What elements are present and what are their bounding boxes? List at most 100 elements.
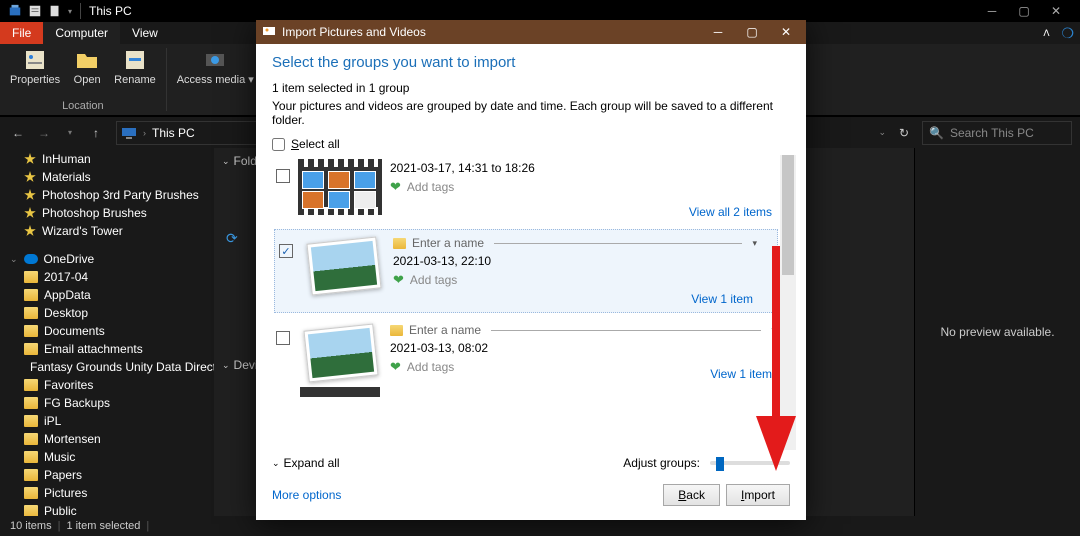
folder-icon	[393, 238, 406, 249]
import-group[interactable]: ✓ Enter a name▾ 2021-03-13, 22:10 ❤Add t…	[274, 229, 778, 313]
star-icon	[24, 225, 36, 237]
dialog-close-button[interactable]: ✕	[772, 22, 800, 42]
group-checkbox[interactable]: ✓	[279, 244, 293, 258]
tree-item: AppData	[0, 286, 214, 304]
star-icon	[24, 189, 36, 201]
preview-text: No preview available.	[940, 325, 1054, 339]
nav-history-button[interactable]: ▾	[60, 123, 80, 143]
search-input[interactable]: 🔍 Search This PC	[922, 121, 1072, 145]
tree-item: Music	[0, 448, 214, 466]
import-group[interactable]: Enter a name ▾ 2021-03-13, 08:02 ❤ Add tag…	[272, 317, 796, 387]
titlebar: ▾ This PC ─ ▢ ✕	[0, 0, 1080, 22]
search-icon: 🔍	[929, 126, 944, 140]
dialog-titlebar[interactable]: Import Pictures and Videos ─ ▢ ✕	[256, 20, 806, 44]
view-all-link[interactable]: View 1 item	[691, 292, 753, 306]
nav-tree[interactable]: InHuman Materials Photoshop 3rd Party Br…	[0, 148, 214, 516]
group-date: 2021-03-17, 14:31 to 18:26	[390, 161, 776, 175]
qat-properties-icon[interactable]	[28, 4, 42, 18]
search-placeholder: Search This PC	[950, 126, 1034, 140]
tree-item: Materials	[0, 168, 214, 186]
back-button[interactable]: Back	[663, 484, 720, 506]
tree-item: Email attachments	[0, 340, 214, 358]
adjust-groups-label: Adjust groups:	[623, 456, 700, 470]
group-date: 2021-03-13, 08:02	[390, 341, 776, 355]
tab-view[interactable]: View	[120, 22, 170, 44]
qat-new-icon[interactable]	[48, 4, 62, 18]
import-button[interactable]: Import	[726, 484, 790, 506]
nav-forward-button[interactable]: →	[34, 123, 54, 143]
adjust-groups-slider[interactable]	[710, 461, 790, 465]
folder-icon	[390, 325, 403, 336]
tree-item: Wizard's Tower	[0, 222, 214, 240]
tree-item: 2017-04	[0, 268, 214, 286]
app-icon	[8, 4, 22, 18]
group-name-input[interactable]: Enter a name	[409, 323, 481, 337]
select-all-checkbox[interactable]	[272, 138, 285, 151]
tag-icon: ❤	[390, 359, 401, 375]
tree-item: Favorites	[0, 376, 214, 394]
access-media-button[interactable]: Access media ▾	[173, 46, 258, 98]
more-options-link[interactable]: More options	[272, 488, 341, 502]
minimize-button[interactable]: ─	[976, 0, 1008, 22]
dialog-title: Import Pictures and Videos	[282, 25, 426, 39]
tree-item: InHuman	[0, 150, 214, 168]
refresh-icon[interactable]: ⟳	[226, 230, 238, 247]
tag-icon: ❤	[393, 272, 404, 288]
status-count: 10 items	[10, 520, 52, 532]
ribbon-collapse-icon[interactable]: ᐱ	[1039, 26, 1053, 40]
dialog-subline: 1 item selected in 1 group	[256, 75, 806, 97]
dialog-minimize-button[interactable]: ─	[704, 22, 732, 42]
tree-item: Photoshop 3rd Party Brushes	[0, 186, 214, 204]
address-location: This PC	[152, 126, 195, 140]
import-group-partial	[272, 387, 796, 399]
dialog-maximize-button[interactable]: ▢	[738, 22, 766, 42]
help-icon[interactable]: ❍	[1061, 25, 1074, 42]
group-checkbox[interactable]	[276, 169, 290, 183]
tree-item: Fantasy Grounds Unity Data Directory	[0, 358, 214, 376]
group-thumbnail	[298, 321, 382, 383]
group-thumbnail	[301, 234, 385, 296]
status-selected: 1 item selected	[66, 520, 140, 532]
preview-pane: No preview available.	[914, 148, 1080, 516]
import-group[interactable]: 2021-03-17, 14:31 to 18:26 ❤Add tags Vie…	[272, 155, 796, 225]
maximize-button[interactable]: ▢	[1008, 0, 1040, 22]
tree-item-onedrive[interactable]: ⌄OneDrive	[0, 250, 214, 268]
import-dialog: Import Pictures and Videos ─ ▢ ✕ Select …	[256, 20, 806, 520]
nav-up-button[interactable]: ↑	[86, 123, 106, 143]
tab-file[interactable]: File	[0, 22, 43, 44]
tags-field[interactable]: Add tags	[410, 273, 457, 287]
tree-item: Desktop	[0, 304, 214, 322]
properties-button[interactable]: Properties	[6, 46, 64, 98]
expand-all-button[interactable]: ⌄Expand all	[272, 456, 340, 470]
view-all-link[interactable]: View 1 item	[710, 367, 772, 381]
tree-item: Photoshop Brushes	[0, 204, 214, 222]
star-icon	[24, 153, 36, 165]
group-name-input[interactable]: Enter a name	[412, 236, 484, 250]
star-icon	[24, 207, 36, 219]
tree-item: Pictures	[0, 484, 214, 502]
tree-item: iPL	[0, 412, 214, 430]
dialog-heading: Select the groups you want to import	[272, 54, 790, 71]
tree-item: FG Backups	[0, 394, 214, 412]
address-dropdown-icon[interactable]: ⌄	[878, 127, 886, 138]
select-all-label[interactable]: SSelect allelect all	[291, 137, 340, 151]
qat-dropdown-icon[interactable]: ▾	[68, 7, 72, 16]
group-checkbox[interactable]	[276, 331, 290, 345]
dialog-description: Your pictures and videos are grouped by …	[256, 97, 806, 135]
chevron-down-icon[interactable]: ▾	[752, 238, 757, 249]
refresh-button[interactable]: ↻	[892, 121, 916, 145]
chevron-down-icon[interactable]: ▾	[771, 325, 776, 336]
cloud-icon	[24, 254, 38, 264]
open-button[interactable]: Open	[66, 46, 108, 98]
group-thumbnail	[298, 159, 382, 221]
close-button[interactable]: ✕	[1040, 0, 1072, 22]
dialog-group-list: 2021-03-17, 14:31 to 18:26 ❤ Add tags Vie…	[272, 155, 796, 450]
tags-field[interactable]: Add tags	[407, 180, 454, 194]
dialog-icon	[262, 24, 276, 41]
view-all-link[interactable]: View all 2 items	[689, 205, 772, 219]
rename-button[interactable]: Rename	[110, 46, 160, 98]
tab-computer[interactable]: Computer	[43, 22, 120, 44]
nav-back-button[interactable]: ←	[8, 123, 28, 143]
tags-field[interactable]: Add tags	[407, 360, 454, 374]
tree-item: Mortensen	[0, 430, 214, 448]
